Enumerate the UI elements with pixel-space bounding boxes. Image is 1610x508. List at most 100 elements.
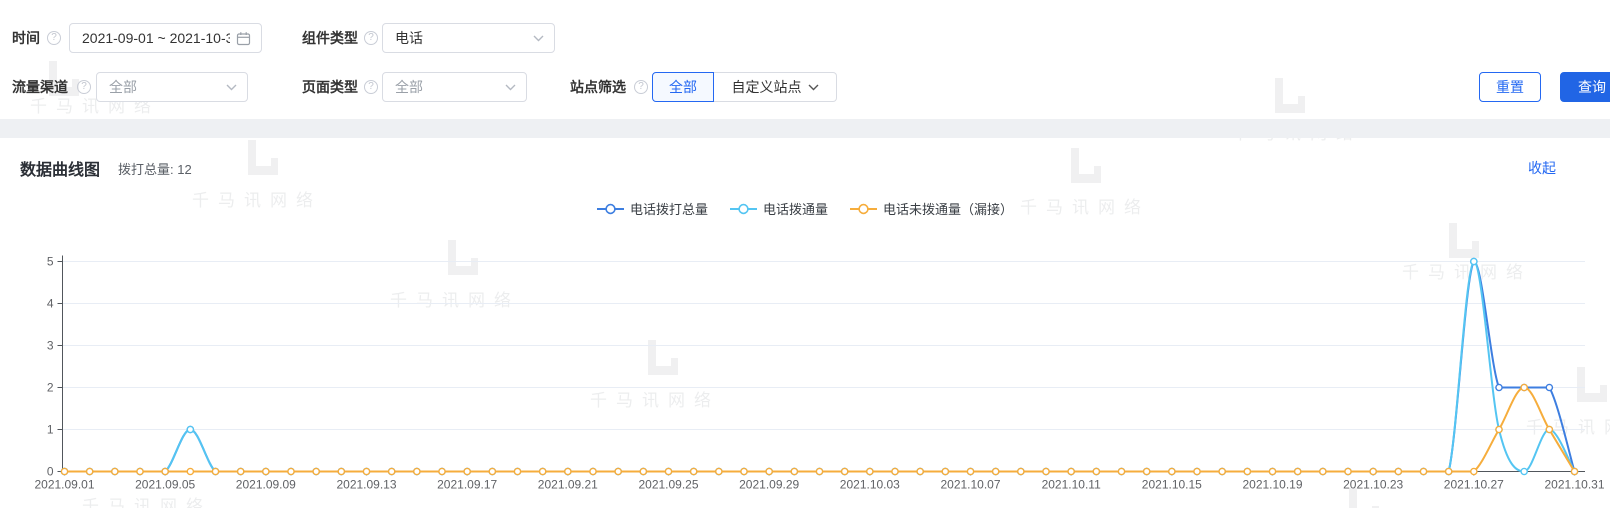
data-point[interactable]	[993, 468, 999, 474]
axes: 0123452021.09.012021.09.052021.09.092021…	[34, 255, 1604, 492]
data-point[interactable]	[1446, 468, 1452, 474]
data-point[interactable]	[338, 468, 344, 474]
site-all-label: 全部	[669, 77, 697, 97]
svg-text:0: 0	[47, 465, 54, 479]
data-point[interactable]	[288, 468, 294, 474]
data-point[interactable]	[313, 468, 319, 474]
data-point[interactable]	[1144, 468, 1150, 474]
svg-text:2021.09.17: 2021.09.17	[437, 478, 497, 492]
component-type-select[interactable]: 电话	[382, 23, 555, 53]
chevron-down-icon	[808, 84, 819, 91]
data-point[interactable]	[1521, 468, 1527, 474]
calendar-icon	[236, 31, 251, 46]
data-point[interactable]	[540, 468, 546, 474]
data-point[interactable]	[691, 468, 697, 474]
data-point[interactable]	[514, 468, 520, 474]
channel-help-icon[interactable]	[77, 80, 91, 94]
data-point[interactable]	[967, 468, 973, 474]
data-point[interactable]	[1546, 426, 1552, 432]
site-custom-dropdown[interactable]: 自定义站点	[714, 72, 837, 102]
data-point[interactable]	[1169, 468, 1175, 474]
data-point[interactable]	[263, 468, 269, 474]
date-range-input[interactable]: 2021-09-01 ~ 2021-10-31	[69, 23, 262, 53]
data-point[interactable]	[1118, 468, 1124, 474]
data-point[interactable]	[1043, 468, 1049, 474]
line-chart[interactable]: 0123452021.09.012021.09.052021.09.092021…	[0, 240, 1610, 508]
data-point[interactable]	[565, 468, 571, 474]
data-point[interactable]	[389, 468, 395, 474]
data-point[interactable]	[187, 426, 193, 432]
traffic-channel-select[interactable]: 全部	[96, 72, 248, 102]
data-point[interactable]	[1194, 468, 1200, 474]
data-point[interactable]	[942, 468, 948, 474]
data-point[interactable]	[489, 468, 495, 474]
data-point[interactable]	[1471, 468, 1477, 474]
data-point[interactable]	[791, 468, 797, 474]
svg-text:5: 5	[47, 255, 54, 269]
legend-label: 电话拨通量	[763, 199, 828, 218]
svg-text:2021.10.03: 2021.10.03	[840, 478, 900, 492]
data-point[interactable]	[363, 468, 369, 474]
page-type-help-icon[interactable]	[364, 80, 378, 94]
time-help-icon[interactable]	[47, 31, 61, 45]
query-button[interactable]: 查询	[1560, 72, 1610, 102]
data-point[interactable]	[464, 468, 470, 474]
site-help-icon[interactable]	[634, 80, 648, 94]
data-point[interactable]	[640, 468, 646, 474]
data-point[interactable]	[1093, 468, 1099, 474]
data-point[interactable]	[741, 468, 747, 474]
data-point[interactable]	[1295, 468, 1301, 474]
data-point[interactable]	[414, 468, 420, 474]
data-point[interactable]	[1345, 468, 1351, 474]
data-point[interactable]	[1269, 468, 1275, 474]
svg-text:2021.10.07: 2021.10.07	[940, 478, 1000, 492]
data-point[interactable]	[87, 468, 93, 474]
data-point[interactable]	[1571, 468, 1577, 474]
data-point[interactable]	[1244, 468, 1250, 474]
data-point[interactable]	[137, 468, 143, 474]
data-point[interactable]	[238, 468, 244, 474]
legend-item[interactable]: 电话拨打总量	[597, 199, 708, 218]
data-point[interactable]	[1521, 384, 1527, 390]
data-point[interactable]	[212, 468, 218, 474]
collapse-link[interactable]: 收起	[1528, 158, 1556, 178]
data-point[interactable]	[867, 468, 873, 474]
svg-text:2021.10.11: 2021.10.11	[1042, 478, 1101, 492]
data-point[interactable]	[816, 468, 822, 474]
data-point[interactable]	[1370, 468, 1376, 474]
reset-button[interactable]: 重置	[1479, 72, 1541, 102]
data-point[interactable]	[615, 468, 621, 474]
data-point[interactable]	[590, 468, 596, 474]
chevron-down-icon	[505, 84, 516, 91]
data-point[interactable]	[1018, 468, 1024, 474]
legend-item[interactable]: 电话拨通量	[730, 199, 828, 218]
data-point[interactable]	[1395, 468, 1401, 474]
data-point[interactable]	[1219, 468, 1225, 474]
data-point[interactable]	[1420, 468, 1426, 474]
svg-text:2: 2	[47, 381, 54, 395]
data-point[interactable]	[1068, 468, 1074, 474]
data-point[interactable]	[112, 468, 118, 474]
data-point[interactable]	[61, 468, 67, 474]
stat-value: 12	[177, 162, 191, 177]
component-help-icon[interactable]	[364, 31, 378, 45]
data-point[interactable]	[1320, 468, 1326, 474]
legend-item[interactable]: 电话未拨通量（漏接）	[850, 199, 1013, 218]
data-point[interactable]	[1546, 384, 1552, 390]
data-point[interactable]	[892, 468, 898, 474]
data-point[interactable]	[665, 468, 671, 474]
page-type-select[interactable]: 全部	[382, 72, 527, 102]
data-point[interactable]	[917, 468, 923, 474]
site-all-button[interactable]: 全部	[652, 72, 714, 102]
data-point[interactable]	[1496, 384, 1502, 390]
data-point[interactable]	[187, 468, 193, 474]
data-point[interactable]	[439, 468, 445, 474]
data-point[interactable]	[766, 468, 772, 474]
data-point[interactable]	[716, 468, 722, 474]
traffic-channel-value: 全部	[109, 77, 220, 97]
data-point[interactable]	[1471, 258, 1477, 264]
data-point[interactable]	[162, 468, 168, 474]
data-point[interactable]	[842, 468, 848, 474]
data-point[interactable]	[1496, 426, 1502, 432]
reset-button-label: 重置	[1496, 77, 1524, 97]
